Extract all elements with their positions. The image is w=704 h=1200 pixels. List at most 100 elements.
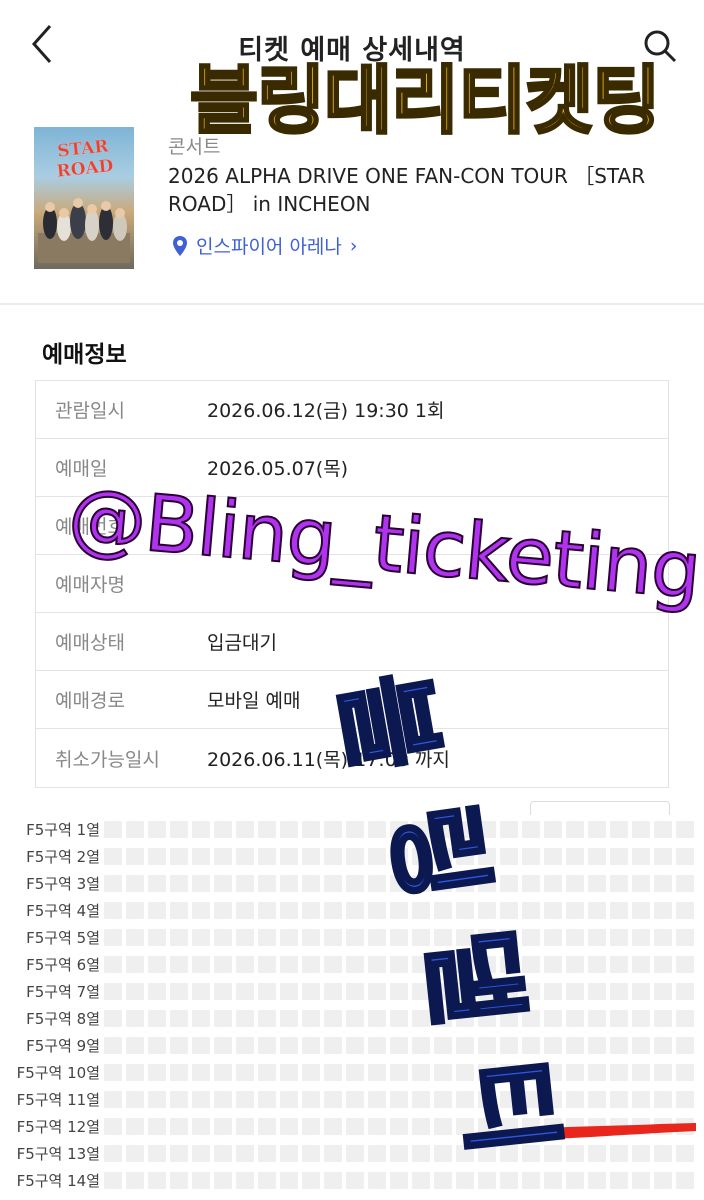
seat[interactable]: [588, 1172, 606, 1189]
seat[interactable]: [214, 983, 232, 1000]
seat[interactable]: [324, 1091, 342, 1108]
seat[interactable]: [302, 983, 320, 1000]
seat[interactable]: [500, 1037, 518, 1054]
seat[interactable]: [412, 1091, 430, 1108]
seat[interactable]: [236, 1145, 254, 1162]
seat[interactable]: [654, 848, 672, 865]
seat[interactable]: [214, 848, 232, 865]
seat[interactable]: [148, 902, 166, 919]
seat[interactable]: [412, 1172, 430, 1189]
seat[interactable]: [500, 1172, 518, 1189]
seat[interactable]: [434, 1037, 452, 1054]
seat-map-tab[interactable]: [530, 801, 670, 815]
seat[interactable]: [346, 875, 364, 892]
seat[interactable]: [170, 983, 188, 1000]
seat[interactable]: [104, 929, 122, 946]
seat[interactable]: [522, 821, 540, 838]
seat[interactable]: [192, 848, 210, 865]
seat[interactable]: [346, 1010, 364, 1027]
seat[interactable]: [566, 848, 584, 865]
seat[interactable]: [544, 821, 562, 838]
seat[interactable]: [302, 902, 320, 919]
seat[interactable]: [236, 1091, 254, 1108]
seat[interactable]: [280, 1091, 298, 1108]
seat[interactable]: [258, 1145, 276, 1162]
seat[interactable]: [346, 983, 364, 1000]
seat[interactable]: [148, 875, 166, 892]
seat[interactable]: [236, 1064, 254, 1081]
seat[interactable]: [654, 1037, 672, 1054]
seat[interactable]: [258, 1118, 276, 1135]
seat[interactable]: [676, 1172, 694, 1189]
seat[interactable]: [434, 1172, 452, 1189]
seat[interactable]: [192, 983, 210, 1000]
event-poster[interactable]: STAR ROAD: [34, 127, 134, 269]
seat[interactable]: [610, 1091, 628, 1108]
seat[interactable]: [412, 1064, 430, 1081]
seat[interactable]: [324, 1064, 342, 1081]
seat[interactable]: [346, 929, 364, 946]
seat[interactable]: [280, 902, 298, 919]
seat[interactable]: [280, 1064, 298, 1081]
seat[interactable]: [104, 1118, 122, 1135]
seat[interactable]: [236, 956, 254, 973]
seat[interactable]: [258, 1037, 276, 1054]
seat[interactable]: [148, 1172, 166, 1189]
seat[interactable]: [214, 1037, 232, 1054]
seat[interactable]: [610, 821, 628, 838]
seat[interactable]: [588, 983, 606, 1000]
seat[interactable]: [676, 821, 694, 838]
seat[interactable]: [236, 1118, 254, 1135]
seat[interactable]: [104, 956, 122, 973]
seat[interactable]: [654, 956, 672, 973]
seat[interactable]: [192, 929, 210, 946]
seat[interactable]: [588, 1010, 606, 1027]
seat[interactable]: [588, 902, 606, 919]
seat[interactable]: [280, 1037, 298, 1054]
seat[interactable]: [126, 956, 144, 973]
seat[interactable]: [654, 1064, 672, 1081]
seat[interactable]: [632, 1172, 650, 1189]
seat[interactable]: [214, 821, 232, 838]
seat[interactable]: [236, 1037, 254, 1054]
seat[interactable]: [346, 1145, 364, 1162]
seat[interactable]: [390, 1118, 408, 1135]
seat[interactable]: [192, 821, 210, 838]
seat[interactable]: [280, 875, 298, 892]
seat[interactable]: [610, 1064, 628, 1081]
seat[interactable]: [346, 1037, 364, 1054]
seat[interactable]: [610, 848, 628, 865]
seat[interactable]: [148, 1145, 166, 1162]
seat[interactable]: [654, 1145, 672, 1162]
seat[interactable]: [368, 956, 386, 973]
seat[interactable]: [104, 1037, 122, 1054]
seat[interactable]: [544, 956, 562, 973]
seat[interactable]: [676, 929, 694, 946]
seat[interactable]: [126, 1091, 144, 1108]
seat[interactable]: [346, 1091, 364, 1108]
seat[interactable]: [104, 1145, 122, 1162]
seat[interactable]: [126, 1010, 144, 1027]
seat[interactable]: [346, 1064, 364, 1081]
seat[interactable]: [346, 902, 364, 919]
seat[interactable]: [302, 848, 320, 865]
seat[interactable]: [632, 956, 650, 973]
seat[interactable]: [544, 983, 562, 1000]
seat[interactable]: [632, 875, 650, 892]
seat[interactable]: [566, 956, 584, 973]
seat[interactable]: [148, 1010, 166, 1027]
seat[interactable]: [302, 1037, 320, 1054]
seat[interactable]: [258, 983, 276, 1000]
seat[interactable]: [610, 983, 628, 1000]
seat[interactable]: [324, 902, 342, 919]
seat[interactable]: [126, 902, 144, 919]
seat[interactable]: [610, 1037, 628, 1054]
seat[interactable]: [148, 1037, 166, 1054]
seat[interactable]: [236, 902, 254, 919]
seat[interactable]: [280, 956, 298, 973]
seat[interactable]: [104, 983, 122, 1000]
seat[interactable]: [214, 956, 232, 973]
seat[interactable]: [148, 929, 166, 946]
seat[interactable]: [544, 1010, 562, 1027]
seat[interactable]: [588, 875, 606, 892]
